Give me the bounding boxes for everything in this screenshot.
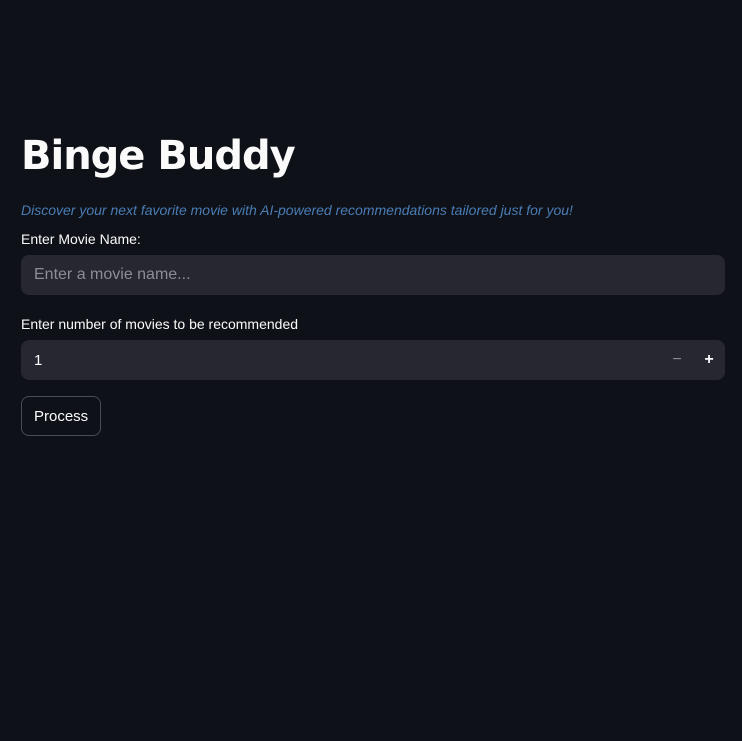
app-root: Binge Buddy Discover your next favorite … xyxy=(0,0,742,741)
movie-count-input[interactable]: 1 xyxy=(21,352,661,369)
movie-count-stepper: 1 − + xyxy=(21,340,725,380)
movie-count-label: Enter number of movies to be recommended xyxy=(21,316,299,332)
page-tagline: Discover your next favorite movie with A… xyxy=(21,202,573,218)
main-content: Binge Buddy Discover your next favorite … xyxy=(21,128,725,436)
movie-name-input[interactable] xyxy=(21,255,725,295)
decrement-button[interactable]: − xyxy=(661,340,693,380)
movie-name-label: Enter Movie Name: xyxy=(21,231,141,247)
process-button[interactable]: Process xyxy=(21,396,102,436)
page-title: Binge Buddy xyxy=(21,133,296,179)
increment-button[interactable]: + xyxy=(693,340,725,380)
